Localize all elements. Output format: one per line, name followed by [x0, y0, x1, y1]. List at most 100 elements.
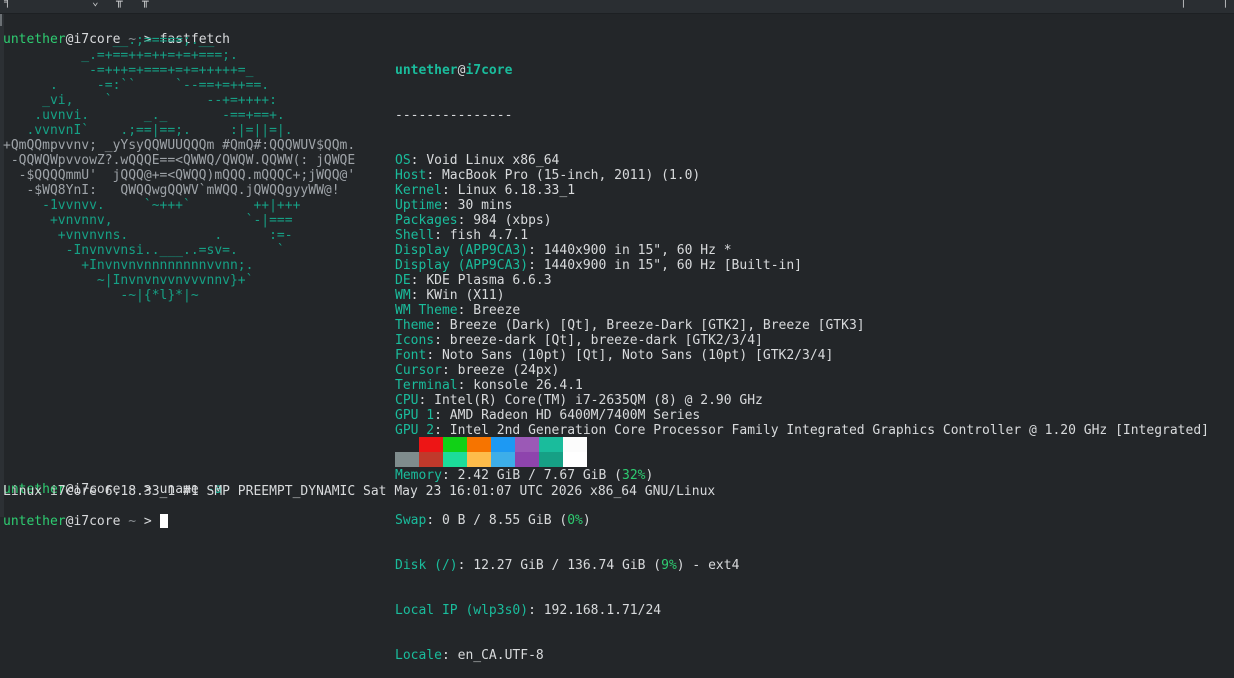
info-header-user: untether — [395, 63, 458, 78]
disk-percent: 9% — [661, 558, 677, 573]
logo-line: .uvnvi. _._ -==+==+. — [3, 108, 285, 123]
info-value: Breeze (Dark) [Qt], Breeze-Dark [GTK2], … — [449, 318, 865, 333]
info-key: Font — [395, 348, 427, 363]
info-row: WM: KWin (X11) — [395, 288, 1209, 303]
info-row: Host: MacBook Pro (15-inch, 2011) (1.0) — [395, 168, 1209, 183]
uname-output: Linux i7core 6.18.33_1 #1 SMP PREEMPT_DY… — [3, 484, 716, 499]
window-menu-icon[interactable]: ╥ — [116, 0, 123, 7]
info-key: Uptime — [395, 198, 442, 213]
info-key: Packages — [395, 213, 458, 228]
info-value: breeze (24px) — [457, 363, 560, 378]
text-cursor[interactable] — [159, 514, 168, 528]
info-value: breeze-dark [Qt], breeze-dark [GTK2/3/4] — [449, 333, 763, 348]
swap-percent: 0% — [567, 513, 583, 528]
info-key: OS — [395, 153, 411, 168]
logo-line: -Invnvvnsi..___..=sv=. ` — [3, 243, 285, 258]
info-key: Theme — [395, 318, 435, 333]
info-value-suffix: ) - ext4 — [676, 558, 740, 573]
prompt-cwd: ~ — [128, 514, 137, 529]
info-key: Swap — [395, 513, 427, 528]
logo-line: -~|{*l}*|~ — [3, 288, 199, 303]
info-row: WM Theme: Breeze — [395, 303, 1209, 318]
info-value: Linux 6.18.33_1 — [457, 183, 576, 198]
info-row: GPU 2: Intel 2nd Generation Core Process… — [395, 423, 1209, 438]
info-colon: : — [434, 423, 450, 438]
palette-swatch — [491, 452, 515, 467]
logo-line: -1vvnvv. `~+++` ++|+++ — [3, 198, 301, 213]
logo-line: _vi, ` --+=++++: — [3, 93, 277, 108]
info-key: Display (APP9CA3) — [395, 258, 529, 273]
info-row: Uptime: 30 mins — [395, 198, 1209, 213]
tab-icon[interactable]: ╥ — [142, 0, 149, 7]
palette-swatch — [419, 437, 443, 452]
palette-swatch — [443, 437, 467, 452]
info-value-suffix: ) — [582, 513, 591, 528]
info-value: 0 B / 8.55 GiB ( — [441, 513, 568, 528]
info-value: MacBook Pro (15-inch, 2011) (1.0) — [441, 168, 701, 183]
info-key: Terminal — [395, 378, 458, 393]
palette-row-normal — [395, 437, 587, 452]
info-key: Locale — [395, 648, 442, 663]
info-key: CPU — [395, 393, 419, 408]
info-colon: : — [434, 228, 450, 243]
info-row-memory: Memory: 2.42 GiB / 7.67 GiB (32%) — [395, 468, 654, 483]
split-view-icon[interactable]: ╡ — [4, 0, 11, 7]
more-icon[interactable]: │ — [1222, 0, 1229, 7]
palette-swatch — [467, 437, 491, 452]
info-value: 2.42 GiB / 7.67 GiB ( — [457, 468, 622, 483]
prompt-line-current[interactable]: untether@i7core ~ > — [3, 499, 168, 529]
palette-swatch — [539, 452, 563, 467]
info-key: WM Theme — [395, 303, 458, 318]
scrollbar-thumb[interactable] — [0, 14, 2, 26]
logo-line: -QQWQWpvvowZ?.wQQQE==<QWWQ/QWQW.QQWW(: j… — [3, 153, 356, 168]
info-row: Icons: breeze-dark [Qt], breeze-dark [GT… — [395, 333, 1209, 348]
prompt-arrow: > — [143, 514, 152, 529]
info-colon: : — [528, 243, 544, 258]
palette-swatch — [395, 437, 419, 452]
info-colon: : — [410, 273, 427, 288]
info-key: Display (APP9CA3) — [395, 243, 529, 258]
info-key: Disk (/) — [395, 558, 458, 573]
info-row: CPU: Intel(R) Core(TM) i7-2635QM (8) @ 2… — [395, 393, 1209, 408]
info-value: 1440x900 in 15", 60 Hz [Built-in] — [543, 258, 802, 273]
logo-line: +vnvnnv, `-|=== — [3, 213, 293, 228]
logo-line: . -=:`` `--==+=++==. — [3, 78, 270, 93]
palette-swatch — [563, 437, 587, 452]
info-row-locale: Locale: en_CA.UTF-8 — [395, 648, 544, 663]
palette-swatch — [443, 452, 467, 467]
info-row: Display (APP9CA3): 1440x900 in 15", 60 H… — [395, 258, 1209, 273]
palette-swatch — [563, 452, 587, 467]
panel-icon[interactable]: │ — [1180, 0, 1187, 7]
logo-line: _.=+==++=++=+=+===;. — [3, 48, 238, 63]
info-value: Intel(R) Core(TM) i7-2635QM (8) @ 2.90 G… — [434, 393, 763, 408]
info-row: Terminal: konsole 26.4.1 — [395, 378, 1209, 393]
info-key: Cursor — [395, 363, 442, 378]
info-colon: : — [441, 198, 458, 213]
palette-swatch — [491, 437, 515, 452]
info-row: Shell: fish 4.7.1 — [395, 228, 1209, 243]
info-value: 192.168.1.71/24 — [543, 603, 662, 618]
info-row: Display (APP9CA3): 1440x900 in 15", 60 H… — [395, 243, 1209, 258]
info-header: untether@i7core — [395, 63, 1209, 78]
info-row: DE: KDE Plasma 6.6.3 — [395, 273, 1209, 288]
info-key: Memory — [395, 468, 442, 483]
info-key: Icons — [395, 333, 435, 348]
info-value: fish 4.7.1 — [449, 228, 529, 243]
info-row: GPU 1: AMD Radeon HD 6400M/7400M Series — [395, 408, 1209, 423]
info-row-disk: Disk (/): 12.27 GiB / 136.74 GiB (9%) - … — [395, 558, 740, 573]
chevron-down-icon[interactable]: ⌄ — [92, 0, 99, 7]
logo-line: -$QQQQmmU' jQQQ@+=<QWQQ)mQQQ.mQQQC+;jWQQ… — [3, 168, 356, 183]
info-key: Local IP (wlp3s0) — [395, 603, 529, 618]
info-value: 984 (xbps) — [473, 213, 552, 228]
info-value: KDE Plasma 6.6.3 — [426, 273, 552, 288]
info-value: AMD Radeon HD 6400M/7400M Series — [449, 408, 701, 423]
info-colon: : — [426, 348, 442, 363]
logo-line: -=+++=+===+=+=+++++=_ — [3, 63, 254, 78]
info-row-local-ip: Local IP (wlp3s0): 192.168.1.71/24 — [395, 603, 662, 618]
info-value: Void Linux x86_64 — [426, 153, 560, 168]
info-value: konsole 26.4.1 — [473, 378, 583, 393]
info-value: 30 mins — [457, 198, 513, 213]
info-value: Intel 2nd Generation Core Processor Fami… — [449, 423, 1209, 438]
palette-swatch — [515, 437, 539, 452]
info-key: WM — [395, 288, 411, 303]
